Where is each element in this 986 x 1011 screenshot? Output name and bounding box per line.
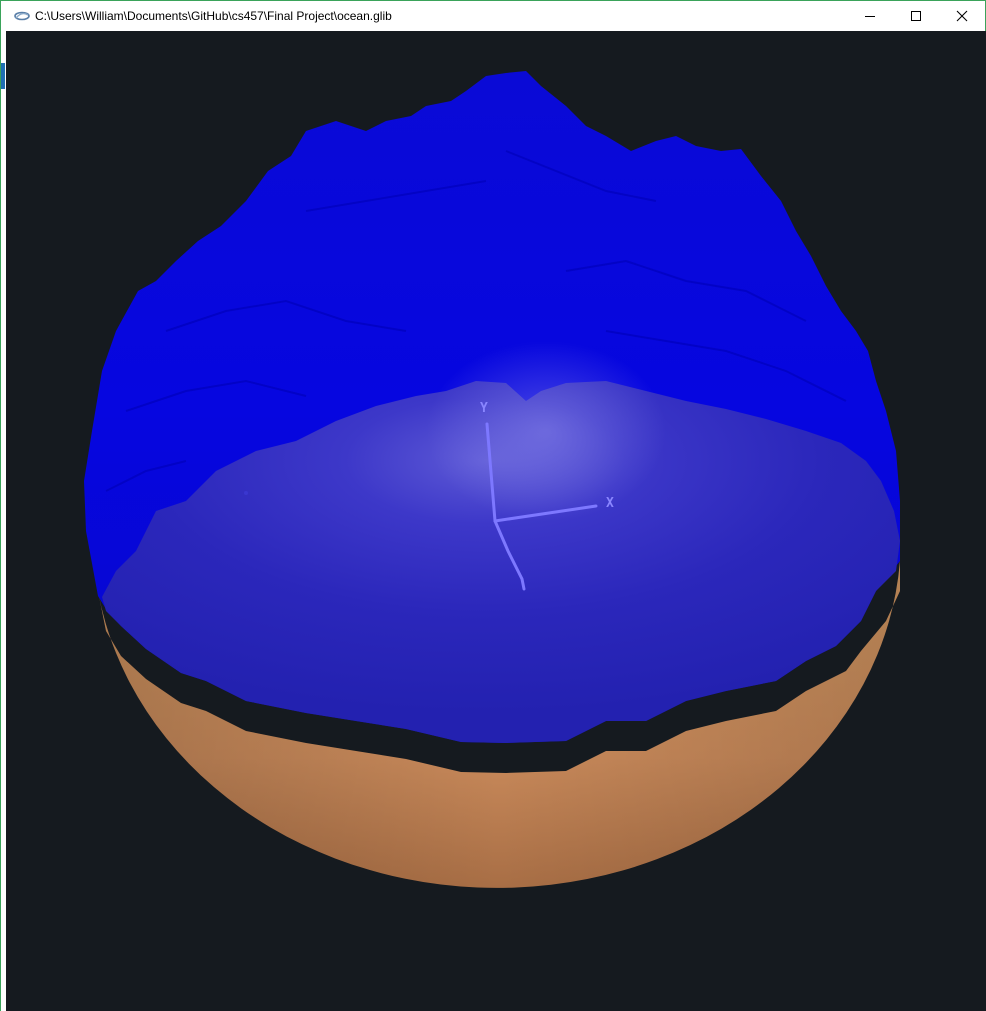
maximize-icon [911, 11, 921, 21]
x-axis-label: X [606, 496, 614, 511]
scene-canvas[interactable]: Y X [6, 31, 986, 1011]
light-glow [426, 341, 666, 521]
title-bar[interactable]: C:\Users\William\Documents\GitHub\cs457\… [1, 1, 985, 31]
y-axis-label: Y [480, 401, 488, 416]
surface-speck [244, 491, 248, 495]
maximize-button[interactable] [893, 1, 939, 31]
close-icon [956, 10, 968, 22]
render-viewport[interactable]: Y X [6, 31, 986, 1011]
minimize-button[interactable] [847, 1, 893, 31]
glman-icon [14, 11, 30, 21]
close-button[interactable] [939, 1, 985, 31]
minimize-icon [865, 16, 875, 17]
left-edge-accent [1, 63, 5, 89]
app-window: C:\Users\William\Documents\GitHub\cs457\… [0, 0, 986, 1011]
window-title: C:\Users\William\Documents\GitHub\cs457\… [35, 9, 392, 23]
